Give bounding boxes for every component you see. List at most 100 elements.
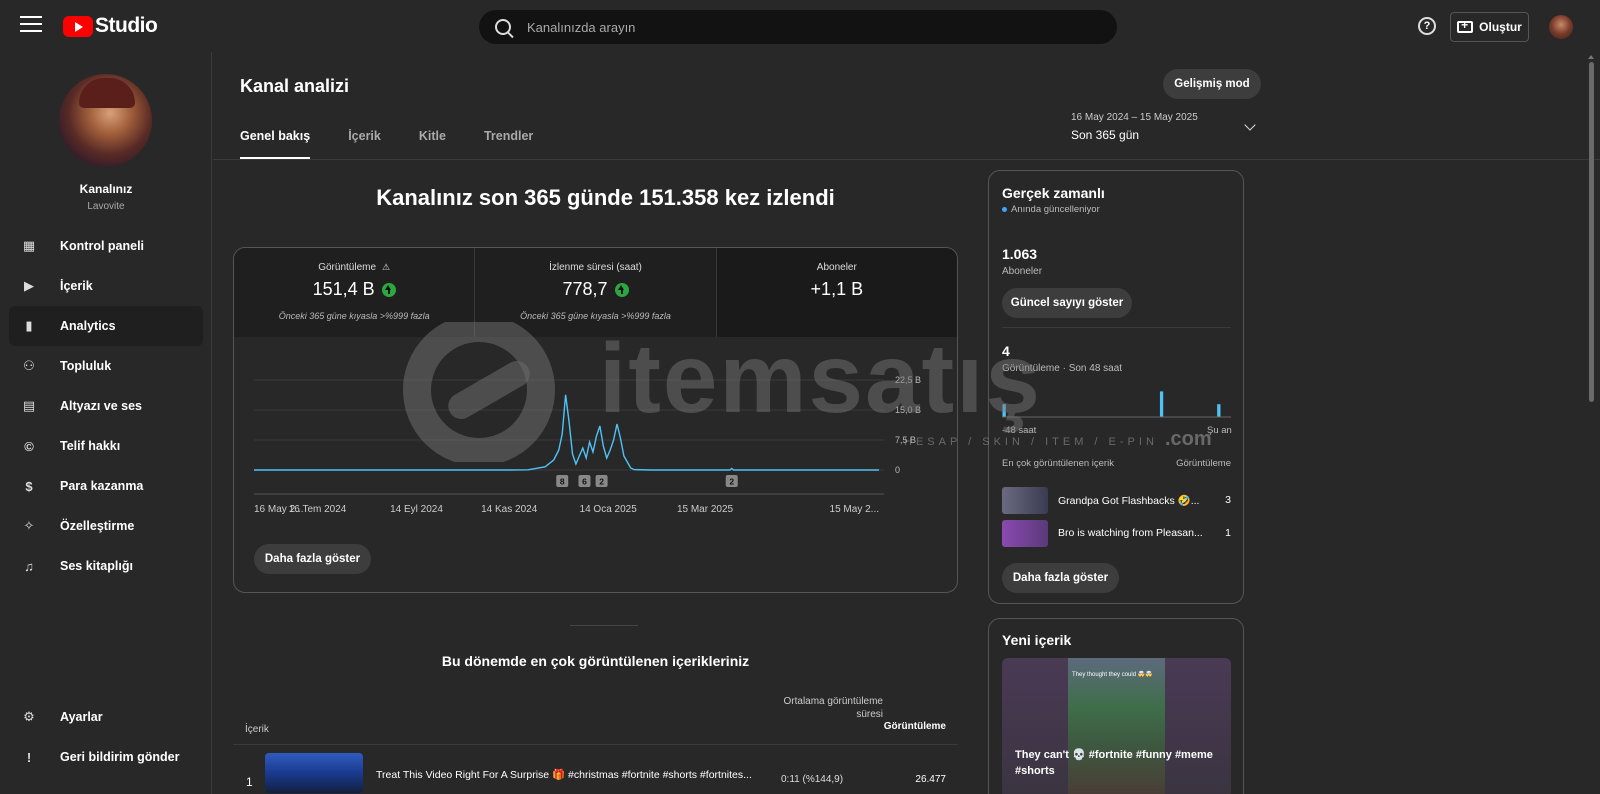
channel-avatar[interactable]: [59, 74, 152, 167]
row-avg-duration: 0:11 (%144,9): [781, 774, 844, 785]
tabs-divider: [213, 159, 1600, 160]
sidebar-item-customization[interactable]: ✧ Özelleştirme: [9, 506, 203, 546]
realtime-bar: [1002, 404, 1006, 417]
list-item-title: Grandpa Got Flashbacks 🤣...: [1058, 495, 1200, 507]
sidebar-item-subtitles[interactable]: ▤ Altyazı ve ses: [9, 386, 203, 426]
studio-logo[interactable]: Studio: [63, 14, 158, 38]
sidebar-item-audio-library[interactable]: ♫ Ses kitaplığı: [9, 546, 203, 586]
sidebar-item-dashboard[interactable]: ▦ Kontrol paneli: [9, 226, 203, 266]
x-tick-label: 15 May 2...: [830, 504, 879, 515]
create-video-icon: [1457, 18, 1474, 33]
tab-1[interactable]: İçerik: [348, 129, 381, 159]
video-thumbnail[interactable]: [265, 753, 363, 793]
column-avg-duration[interactable]: Ortalama görüntüleme süresi: [773, 695, 884, 721]
realtime-live-text: Anında güncelleniyor: [1011, 204, 1100, 215]
metric-views[interactable]: Görüntüleme ⚠ 151,4 B Önceki 365 güne kıy…: [234, 248, 476, 337]
sidebar-item-label: Para kazanma: [60, 479, 144, 493]
overview-more-button[interactable]: Daha fazla göster: [254, 544, 371, 574]
x-tick-label: 14 Kas 2024: [481, 504, 538, 515]
column-content[interactable]: İçerik: [245, 724, 269, 735]
sidebar-item-community[interactable]: ⚇ Topluluk: [9, 346, 203, 386]
tab-3[interactable]: Trendler: [484, 129, 533, 159]
channel-handle: Lavovite: [87, 201, 125, 212]
views-line-chart[interactable]: 22,5 B15,0 B7,5 B08 6 2 216 May 2...16 Tem …: [234, 337, 958, 522]
sidebar-item-feedback[interactable]: ! Geri bildirim gönder: [9, 737, 203, 777]
advanced-mode-button[interactable]: Gelişmiş mod: [1163, 69, 1261, 99]
sidebar-item-label: İçerik: [60, 279, 93, 293]
metric-watch-time-label: İzlenme süresi (saat): [549, 262, 642, 273]
menu-icon[interactable]: [20, 16, 42, 34]
monetization-icon: $: [25, 478, 33, 494]
show-current-count-button[interactable]: Güncel sayıyı göster: [1002, 288, 1132, 318]
sidebar-item-settings[interactable]: ⚙ Ayarlar: [9, 697, 203, 737]
dashboard-icon: ▦: [22, 238, 36, 253]
metric-views-note: Önceki 365 güne kıyasla >%999 fazla: [278, 311, 430, 321]
community-icon: ⚇: [23, 358, 35, 373]
page-title: Kanal analizi: [240, 76, 350, 96]
realtime-bar: [1217, 404, 1221, 417]
x-tick-label: 16 Tem 2024: [289, 504, 347, 515]
scroll-up-icon[interactable]: [1588, 55, 1594, 59]
sidebar-item-label: Topluluk: [60, 359, 112, 373]
search-input[interactable]: [527, 19, 1087, 35]
realtime-bar-chart[interactable]: [1002, 381, 1231, 419]
account-avatar[interactable]: [1549, 15, 1573, 39]
list-item[interactable]: Grandpa Got Flashbacks 🤣... 3: [1002, 487, 1231, 514]
sidebar-item-label: Analytics: [60, 319, 116, 333]
logo-text: Studio: [95, 14, 158, 37]
sidebar-item-copyright[interactable]: © Telif hakkı: [9, 426, 203, 466]
realtime-top-header: En çok görüntülenen içerik Görüntüleme: [1002, 458, 1231, 469]
sidebar-item-label: Geri bildirim gönder: [60, 750, 180, 764]
row-title[interactable]: Treat This Video Right For A Surprise 🎁 …: [376, 768, 771, 781]
customization-icon: ✧: [23, 518, 35, 533]
arrow-up-icon: [614, 282, 629, 297]
tab-2[interactable]: Kitle: [419, 129, 446, 159]
views-series-line: [254, 394, 879, 471]
create-label: Oluştur: [1479, 20, 1522, 34]
new-content-title: Yeni içerik: [1002, 632, 1072, 648]
table-row[interactable]: 1 Treat This Video Right For A Surprise …: [233, 746, 958, 794]
sidebar-item-content[interactable]: ▶ İçerik: [9, 266, 203, 306]
new-video-thumbnail[interactable]: They thought they could 🤯🤯 They can't 💀 …: [1002, 658, 1231, 794]
column-views[interactable]: Görüntüleme: [883, 721, 946, 732]
divider: [1002, 327, 1231, 328]
create-button[interactable]: Oluştur: [1450, 12, 1529, 42]
svg-text:2: 2: [729, 477, 734, 487]
chart-annotation: 2: [725, 475, 738, 487]
tab-0[interactable]: Genel bakış: [240, 129, 311, 159]
search-bar[interactable]: [479, 10, 1117, 44]
video-thumbnail: [1002, 487, 1048, 514]
overview-card: Görüntüleme ⚠ 151,4 B Önceki 365 güne kıy…: [233, 247, 958, 593]
svg-text:2: 2: [599, 477, 604, 487]
summary-headline: Kanalınız son 365 günde 151.358 kez izle…: [376, 185, 835, 210]
settings-icon: ⚙: [23, 709, 35, 724]
top-content-title: Bu dönemde en çok görüntülenen içerikler…: [441, 653, 750, 669]
realtime-views-label: Görüntüleme · Son 48 saat: [1002, 363, 1123, 374]
scrollbar[interactable]: [1589, 62, 1594, 402]
date-range-selector[interactable]: 16 May 2024 – 15 May 2025 Son 365 gün: [1071, 112, 1198, 142]
list-item[interactable]: Bro is watching from Pleasan... 1: [1002, 520, 1231, 547]
new-content-card: Yeni içerik They thought they could 🤯🤯 T…: [988, 618, 1244, 794]
search-icon[interactable]: [495, 19, 511, 35]
analytics-icon: ▮: [25, 318, 33, 333]
sidebar: Kanalınız Lavovite ▦ Kontrol paneli ▶ İçeri…: [0, 52, 212, 794]
metric-watch-time[interactable]: İzlenme süresi (saat) 778,7 Önceki 365 g…: [475, 248, 717, 337]
metric-subscribers[interactable]: Aboneler +1,1 B: [716, 248, 957, 337]
sidebar-bottom-nav: ⚙ Ayarlar! Geri bildirim gönder: [9, 697, 203, 777]
chevron-down-icon[interactable]: [1244, 119, 1256, 131]
realtime-more-button[interactable]: Daha fazla göster: [1002, 563, 1119, 593]
sidebar-item-label: Telif hakkı: [60, 439, 121, 453]
help-icon[interactable]: ?: [1418, 17, 1436, 35]
warning-icon: ⚠: [382, 262, 391, 272]
y-tick-label: 7,5 B: [895, 435, 916, 445]
sidebar-item-analytics[interactable]: ▮ Analytics: [9, 306, 203, 346]
row-views: 26.477: [915, 774, 946, 785]
realtime-card: Gerçek zamanlı Anında güncelleniyor 1.06…: [988, 170, 1244, 604]
realtime-title: Gerçek zamanlı: [1002, 185, 1105, 201]
copyright-icon: ©: [24, 438, 34, 454]
row-rank: 1: [246, 775, 253, 789]
realtime-bar: [1159, 391, 1164, 417]
chart-annotation: 6: [578, 475, 591, 487]
sidebar-item-monetization[interactable]: $ Para kazanma: [9, 466, 203, 506]
y-tick-label: 22,5 B: [895, 375, 921, 385]
